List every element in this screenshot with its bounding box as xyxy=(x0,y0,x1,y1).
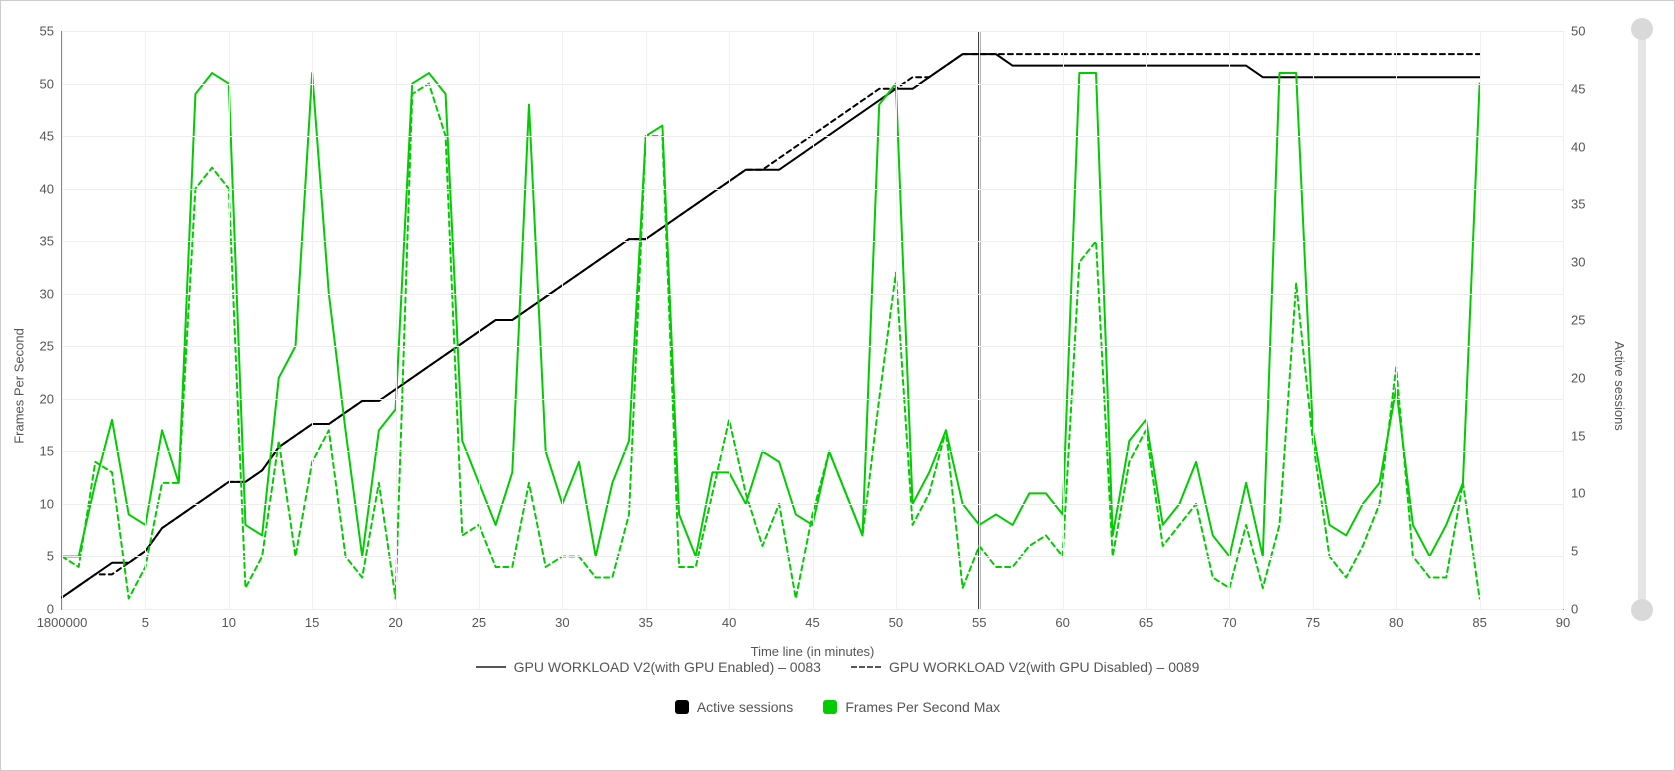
x-tick: 30 xyxy=(555,615,569,630)
y-left-tick: 25 xyxy=(40,339,54,354)
chart-plot-area: Time line (in minutes) 05101520253035404… xyxy=(61,31,1564,610)
x-axis-label: Time line (in minutes) xyxy=(751,644,875,659)
legend-label: Frames Per Second Max xyxy=(845,699,1000,715)
legend-label: GPU WORKLOAD V2(with GPU Enabled) – 0083 xyxy=(514,659,821,675)
x-tick: 1800000 xyxy=(37,615,88,630)
color-green-icon xyxy=(823,700,837,714)
y-right-tick: 30 xyxy=(1571,255,1585,270)
y-right-tick: 50 xyxy=(1571,24,1585,39)
x-tick: 80 xyxy=(1389,615,1403,630)
legend-label: Active sessions xyxy=(697,699,793,715)
x-tick: 15 xyxy=(305,615,319,630)
y-right-tick: 0 xyxy=(1571,602,1578,617)
y-left-tick: 40 xyxy=(40,181,54,196)
y-left-tick: 20 xyxy=(40,391,54,406)
x-tick: 5 xyxy=(142,615,149,630)
y-right-tick: 5 xyxy=(1571,544,1578,559)
y-right-tick: 45 xyxy=(1571,81,1585,96)
x-tick: 70 xyxy=(1222,615,1236,630)
x-tick: 60 xyxy=(1055,615,1069,630)
slider-thumb-top[interactable] xyxy=(1631,18,1653,40)
x-tick: 65 xyxy=(1139,615,1153,630)
y-right-tick: 15 xyxy=(1571,428,1585,443)
x-tick: 75 xyxy=(1306,615,1320,630)
x-tick: 90 xyxy=(1556,615,1570,630)
y-left-tick: 45 xyxy=(40,129,54,144)
y-left-tick: 15 xyxy=(40,444,54,459)
y-left-tick: 10 xyxy=(40,496,54,511)
y-right-tick: 25 xyxy=(1571,313,1585,328)
legend-item-disabled[interactable]: GPU WORKLOAD V2(with GPU Disabled) – 008… xyxy=(851,659,1199,675)
y-right-tick: 35 xyxy=(1571,197,1585,212)
y-left-tick: 5 xyxy=(47,549,54,564)
x-tick: 45 xyxy=(805,615,819,630)
line-dashed-icon xyxy=(851,666,881,668)
y-right-tick: 20 xyxy=(1571,370,1585,385)
legend-color: Active sessions Frames Per Second Max xyxy=(1,699,1674,715)
x-tick: 25 xyxy=(472,615,486,630)
y-axis-right-label: Active sessions xyxy=(1613,341,1628,431)
y-axis-left-label: Frames Per Second xyxy=(12,328,27,444)
x-tick: 35 xyxy=(638,615,652,630)
y-left-tick: 55 xyxy=(40,24,54,39)
legend-item-fps-max[interactable]: Frames Per Second Max xyxy=(823,699,1000,715)
x-tick: 10 xyxy=(222,615,236,630)
color-black-icon xyxy=(675,700,689,714)
legend-label: GPU WORKLOAD V2(with GPU Disabled) – 008… xyxy=(889,659,1199,675)
legend-item-active-sessions[interactable]: Active sessions xyxy=(675,699,793,715)
line-solid-icon xyxy=(476,666,506,668)
x-tick: 50 xyxy=(889,615,903,630)
x-tick: 40 xyxy=(722,615,736,630)
y-left-tick: 35 xyxy=(40,234,54,249)
y-left-tick: 30 xyxy=(40,286,54,301)
slider-thumb-bottom[interactable] xyxy=(1631,599,1653,621)
legend-item-enabled[interactable]: GPU WORKLOAD V2(with GPU Enabled) – 0083 xyxy=(476,659,821,675)
y-right-tick: 10 xyxy=(1571,486,1585,501)
right-slider-rail[interactable] xyxy=(1638,29,1646,610)
y-right-tick: 40 xyxy=(1571,139,1585,154)
x-tick: 55 xyxy=(972,615,986,630)
chart-frame: Time line (in minutes) 0 5 10 15 20 25 30 35 40 4… xyxy=(0,0,1675,771)
y-left-tick: 50 xyxy=(40,76,54,91)
legend-line-style: GPU WORKLOAD V2(with GPU Enabled) – 0083… xyxy=(1,659,1674,675)
x-tick: 20 xyxy=(388,615,402,630)
x-tick: 85 xyxy=(1472,615,1486,630)
